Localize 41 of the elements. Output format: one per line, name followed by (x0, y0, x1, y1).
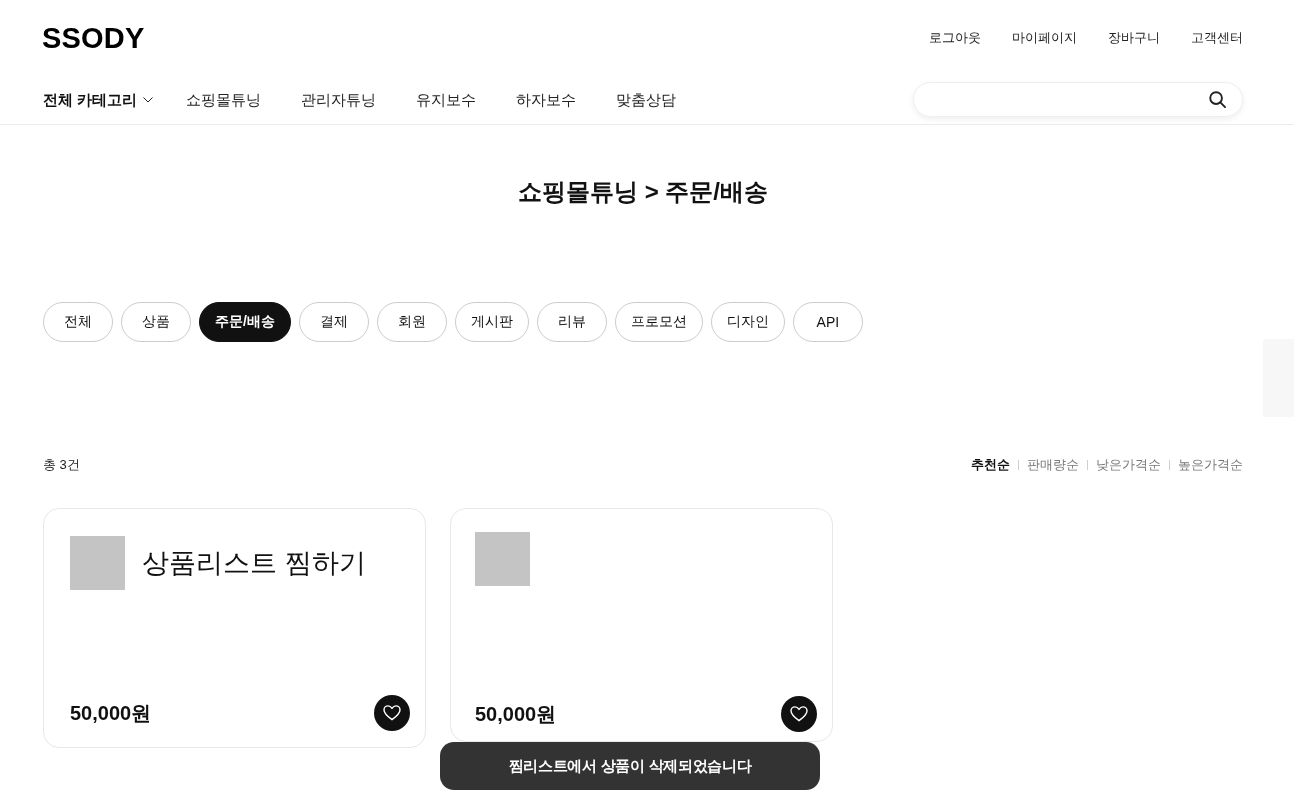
wishlist-button[interactable] (374, 695, 410, 731)
category-filter-chip[interactable]: 프로모션 (614, 302, 703, 342)
category-filter-chip[interactable]: 디자인 (710, 302, 785, 342)
product-image-placeholder (70, 536, 125, 590)
top-link[interactable]: 장바구니 (1108, 29, 1160, 47)
product-price: 50,000원 (475, 701, 557, 727)
toast-message: 찜리스트에서 상품이 삭제되었습니다 (440, 742, 820, 790)
page-title: 쇼핑몰튜닝 > 주문/배송 (517, 177, 769, 207)
category-filter-chip[interactable]: 리뷰 (536, 302, 607, 342)
category-filter-chip[interactable]: 상품 (121, 302, 191, 342)
product-image-placeholder (475, 532, 530, 586)
category-filter-chip[interactable]: 결제 (298, 302, 369, 342)
sort-option[interactable]: 높은가격순 (1178, 456, 1243, 474)
product-card[interactable]: 50,000원 (450, 508, 833, 742)
top-link[interactable]: 고객센터 (1191, 29, 1243, 47)
nav-link[interactable]: 쇼핑몰튜닝 (186, 90, 262, 110)
product-price: 50,000원 (70, 700, 152, 726)
top-link[interactable]: 마이페이지 (1012, 29, 1077, 47)
result-count: 총 3건 (43, 456, 80, 474)
category-filter-chip[interactable]: 게시판 (454, 302, 529, 342)
heart-icon (790, 706, 808, 722)
category-filter-chip[interactable]: 주문/배송 (199, 302, 291, 342)
heart-icon (383, 705, 401, 721)
category-filter-chip[interactable]: 회원 (376, 302, 447, 342)
category-filter-chip[interactable]: API (792, 302, 863, 342)
logo[interactable]: SSODY (42, 21, 145, 55)
sort-option[interactable]: 낮은가격순 (1096, 456, 1161, 474)
nav-link[interactable]: 하자보수 (516, 90, 577, 110)
chevron-down-icon (143, 97, 154, 103)
product-card[interactable]: 상품리스트 찜하기 50,000원 (43, 508, 426, 748)
category-filter-chip[interactable]: 전체 (43, 302, 113, 342)
nav-link[interactable]: 유지보수 (416, 90, 477, 110)
sort-option[interactable]: 판매량순 (1027, 456, 1079, 474)
category-menu-button[interactable]: 전체 카테고리 (43, 90, 154, 110)
product-title: 상품리스트 찜하기 (142, 547, 366, 580)
nav-link[interactable]: 관리자튜닝 (301, 90, 377, 110)
nav-link[interactable]: 맞춤상담 (616, 90, 677, 110)
sort-option[interactable]: 추천순 (971, 456, 1010, 474)
top-link[interactable]: 로그아웃 (929, 29, 981, 47)
search-icon[interactable] (1209, 91, 1226, 108)
wishlist-button[interactable] (781, 696, 817, 732)
